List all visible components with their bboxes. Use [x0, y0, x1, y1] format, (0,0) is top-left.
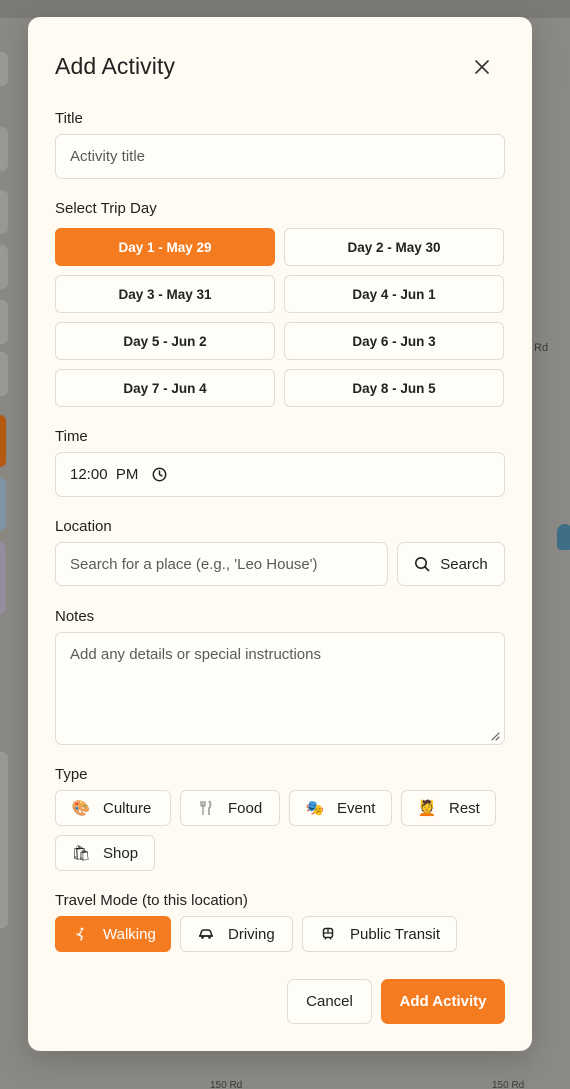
close-icon [475, 60, 489, 74]
travel-mode-label-text: Walking [103, 925, 156, 943]
travel-mode-public-transit[interactable]: Public Transit [302, 916, 457, 952]
notes-label: Notes [55, 608, 95, 625]
day-button-3[interactable]: Day 3 - May 31 [55, 275, 275, 313]
title-input[interactable]: Activity title [55, 134, 505, 179]
type-option-label: Rest [449, 799, 480, 817]
close-button[interactable] [469, 54, 495, 80]
type-option-shop[interactable]: 🛍 Shop [55, 835, 155, 871]
travel-mode-label: Travel Mode (to this location) [55, 892, 248, 909]
type-option-culture[interactable]: 🎨 Culture [55, 790, 171, 826]
person-resting-icon: 💆 [417, 800, 437, 817]
travel-mode-label-text: Public Transit [350, 925, 441, 943]
train-icon [318, 924, 338, 944]
time-input[interactable]: 12:00 PM [55, 452, 505, 497]
location-search-button[interactable]: Search [397, 542, 505, 586]
add-activity-button[interactable]: Add Activity [381, 979, 505, 1024]
background-card [0, 300, 8, 344]
background-card [0, 190, 8, 234]
walking-icon [71, 924, 91, 944]
background-road-label: 150 Rd [492, 1080, 525, 1089]
background-map [532, 90, 570, 1089]
modal-title: Add Activity [55, 53, 176, 79]
type-option-label: Culture [103, 799, 152, 817]
day-button-1[interactable]: Day 1 - May 29 [55, 228, 275, 266]
map-pin-icon [557, 524, 570, 550]
location-search-input[interactable]: Search for a place (e.g., 'Leo House') [55, 542, 388, 586]
notes-textarea[interactable]: Add any details or special instructions [55, 632, 505, 745]
day-button-8[interactable]: Day 8 - Jun 5 [284, 369, 504, 407]
type-option-event[interactable]: 🎭 Event [289, 790, 392, 826]
type-option-label: Food [228, 799, 263, 817]
background-card [0, 478, 6, 530]
resize-handle-icon[interactable] [490, 731, 500, 741]
background-road-label: Rd [534, 342, 549, 354]
day-button-4[interactable]: Day 4 - Jun 1 [284, 275, 504, 313]
background-card [0, 752, 8, 928]
fork-knife-icon [196, 798, 216, 818]
day-button-7[interactable]: Day 7 - Jun 4 [55, 369, 275, 407]
search-icon [415, 557, 430, 572]
day-button-6[interactable]: Day 6 - Jun 3 [284, 322, 504, 360]
theater-masks-icon: 🎭 [305, 800, 325, 817]
type-label: Type [55, 766, 88, 783]
type-option-food[interactable]: Food [180, 790, 280, 826]
time-label: Time [55, 428, 88, 445]
type-option-label: Event [337, 799, 376, 817]
background-card-highlight [0, 415, 6, 467]
notes-placeholder: Add any details or special instructions [70, 646, 321, 663]
cancel-button[interactable]: Cancel [287, 979, 372, 1024]
travel-mode-label-text: Driving [228, 925, 275, 943]
travel-mode-walking[interactable]: Walking [55, 916, 171, 952]
background-road-label: 150 Rd [210, 1080, 243, 1089]
add-activity-modal: Add Activity Title Activity title Select… [28, 17, 532, 1051]
background-card [0, 52, 8, 86]
time-value: 12:00 PM [70, 466, 139, 483]
type-option-label: Shop [103, 844, 139, 862]
background-card [0, 542, 6, 614]
travel-mode-driving[interactable]: Driving [180, 916, 293, 952]
location-label: Location [55, 518, 112, 535]
background-card [0, 352, 8, 396]
clock-icon [152, 467, 167, 482]
day-button-2[interactable]: Day 2 - May 30 [284, 228, 504, 266]
shopping-bag-icon: 🛍 [71, 845, 91, 862]
search-button-label: Search [440, 555, 488, 573]
title-label: Title [55, 110, 83, 127]
palette-icon: 🎨 [71, 800, 91, 817]
background-card [0, 245, 8, 289]
car-icon [196, 924, 216, 944]
trip-day-label: Select Trip Day [55, 200, 157, 217]
day-button-5[interactable]: Day 5 - Jun 2 [55, 322, 275, 360]
type-option-rest[interactable]: 💆 Rest [401, 790, 496, 826]
background-topbar [0, 0, 570, 18]
background-card [0, 127, 8, 171]
